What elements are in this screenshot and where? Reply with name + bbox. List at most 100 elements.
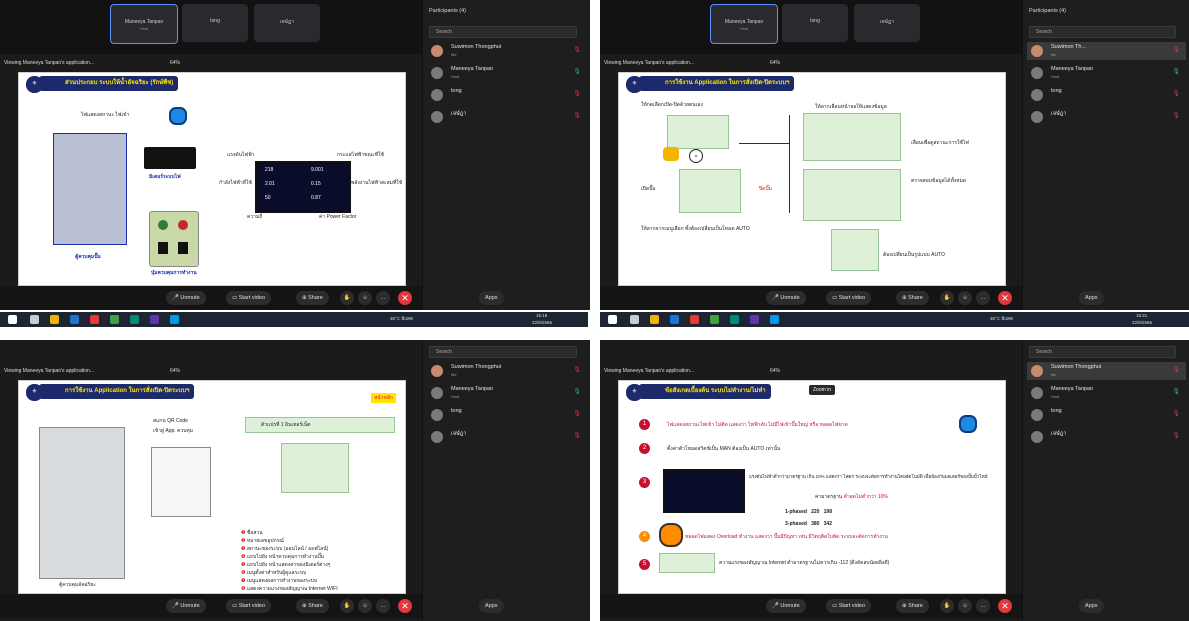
viewing-label: Viewing Maneeya Tanpao's application... — [604, 60, 694, 66]
app-icon[interactable] — [130, 315, 139, 324]
search-icon[interactable] — [630, 315, 639, 324]
reactions-icon[interactable]: ☺ — [958, 599, 972, 613]
participant-row[interactable]: เจษ์ฎา 🎙 — [1027, 428, 1186, 446]
reactions-icon[interactable]: ☺ — [958, 291, 972, 305]
raise-hand-icon[interactable]: ✋ — [340, 291, 354, 305]
start-video-button[interactable]: ▭ Start video — [226, 291, 272, 305]
app-icon[interactable] — [90, 315, 99, 324]
meter-frequency: 50 — [265, 195, 271, 201]
participant-row[interactable]: เจษ์ฎา 🎙 — [1027, 108, 1186, 126]
participants-panel: Participants (4) Search Suwimon Th... Me 🎙… — [1022, 0, 1189, 310]
participant-row[interactable]: Maneeya Tanpao Host 🎙 — [427, 384, 587, 402]
zoom-in-tooltip: Zoom in — [809, 385, 836, 395]
app-icon[interactable] — [710, 315, 719, 324]
video-tile-jed[interactable]: เจษ์ฎา — [254, 4, 320, 42]
reactions-icon[interactable]: ☺ — [358, 599, 372, 613]
app-icon[interactable] — [50, 315, 59, 324]
leave-icon[interactable]: ✕ — [398, 599, 412, 613]
leave-icon[interactable]: ✕ — [998, 291, 1012, 305]
reactions-icon[interactable]: ☺ — [358, 291, 372, 305]
raise-hand-icon[interactable]: ✋ — [940, 291, 954, 305]
app-icon[interactable] — [170, 315, 179, 324]
participant-row[interactable]: Suwimon Thongphui Me 🎙 — [427, 42, 587, 60]
app-icon[interactable] — [70, 315, 79, 324]
participant-row[interactable]: Maneeya Tanpao Host 🎙 — [427, 64, 587, 82]
unmute-button[interactable]: 🎤 Unmute — [166, 291, 206, 305]
mic-icon: 🎙 — [573, 389, 581, 395]
share-button[interactable]: ⊕ Share — [896, 291, 929, 305]
share-button[interactable]: ⊕ Share — [896, 599, 929, 613]
unmute-button[interactable]: 🎤 Unmute — [766, 599, 806, 613]
share-button[interactable]: ⊕ Share — [296, 291, 329, 305]
participant-row[interactable]: tong 🎙 — [427, 406, 587, 424]
participant-role: Me — [1051, 52, 1057, 57]
app-icon[interactable] — [750, 315, 759, 324]
raise-hand-icon[interactable]: ✋ — [940, 599, 954, 613]
app-icon[interactable] — [690, 315, 699, 324]
apps-button[interactable]: Apps — [1079, 291, 1104, 305]
video-tile-tong[interactable]: tong — [782, 4, 848, 42]
avatar — [1031, 365, 1043, 377]
legend-item: ❹ แถบไปยัง หน้าควบคุมการทำงานปั๊ม — [241, 554, 324, 560]
unmute-button[interactable]: 🎤 Unmute — [166, 599, 206, 613]
share-label: Share — [908, 295, 923, 301]
share-button[interactable]: ⊕ Share — [296, 599, 329, 613]
start-icon[interactable] — [8, 315, 17, 324]
participants-search[interactable]: Search — [429, 346, 577, 358]
app-icon[interactable] — [150, 315, 159, 324]
start-icon[interactable] — [608, 315, 617, 324]
avatar — [1031, 67, 1043, 79]
app-icon[interactable] — [730, 315, 739, 324]
video-tile-host[interactable]: Maneeya Tanpao Host — [110, 4, 178, 44]
zoom-level[interactable]: 64% — [170, 364, 180, 378]
raise-hand-icon[interactable]: ✋ — [340, 599, 354, 613]
app-icon[interactable] — [670, 315, 679, 324]
participant-row[interactable]: เจษ์ฎา 🎙 — [427, 108, 587, 126]
leave-icon[interactable]: ✕ — [998, 599, 1012, 613]
zoom-level[interactable]: 64% — [170, 56, 180, 70]
zoom-level[interactable]: 64% — [770, 364, 780, 378]
participants-search[interactable]: Search — [429, 26, 577, 38]
video-tile-host[interactable]: Maneeya Tanpao Host — [710, 4, 778, 44]
more-icon[interactable]: … — [376, 291, 390, 305]
start-video-button[interactable]: ▭ Start video — [826, 599, 872, 613]
participants-search[interactable]: Search — [1029, 346, 1176, 358]
more-icon[interactable]: … — [976, 291, 990, 305]
video-tile-jed[interactable]: เจษ์ฎา — [854, 4, 920, 42]
participant-row[interactable]: tong 🎙 — [1027, 406, 1186, 424]
app-icon[interactable] — [110, 315, 119, 324]
start-video-button[interactable]: ▭ Start video — [826, 291, 872, 305]
participant-row[interactable]: Suwimon Thongphui Me 🎙 — [1027, 362, 1186, 380]
search-icon[interactable] — [30, 315, 39, 324]
apps-button[interactable]: Apps — [479, 599, 504, 613]
apps-button[interactable]: Apps — [1079, 599, 1104, 613]
participant-row[interactable]: Suwimon Thongphui Me 🎙 — [427, 362, 587, 380]
red-lamp-icon — [178, 242, 188, 254]
video-tile-tong[interactable]: tong — [182, 4, 248, 42]
participant-row[interactable]: Maneeya Tanpao Host 🎙 — [1027, 64, 1186, 82]
zoom-level[interactable]: 64% — [770, 56, 780, 70]
participant-row[interactable]: tong 🎙 — [1027, 86, 1186, 104]
participant-row[interactable]: เจษ์ฎา 🎙 — [427, 428, 587, 446]
participants-panel: Search Suwimon Thongphui Me 🎙 Maneeya Tanp… — [1022, 340, 1189, 621]
app-icon[interactable] — [770, 315, 779, 324]
participant-row[interactable]: tong 🎙 — [427, 86, 587, 104]
meter-current: 9.001 — [311, 167, 324, 173]
legend-text: หมายเลขอุปกรณ์ — [246, 538, 284, 544]
avatar — [431, 409, 443, 421]
start-video-button[interactable]: ▭ Start video — [226, 599, 272, 613]
participant-row[interactable]: Suwimon Th... Me 🎙 — [1027, 42, 1186, 60]
more-icon[interactable]: … — [976, 599, 990, 613]
participants-search[interactable]: Search — [1029, 26, 1176, 38]
apps-button[interactable]: Apps — [479, 291, 504, 305]
tile-name: tong — [810, 18, 820, 24]
legend-text: เมนูตั้งค่าสำหรับผู้ดูแลระบบ — [246, 570, 307, 576]
item-text: หลอดไฟแสดง Overload ทำงาน แสดงว่า ปั๊มมี… — [685, 534, 888, 540]
app-icon[interactable] — [650, 315, 659, 324]
more-icon[interactable]: … — [376, 599, 390, 613]
label-right1: เลื่อนเพื่อดูสถานะการใช้ไฟ — [911, 140, 969, 146]
participant-row[interactable]: Maneeya Tanpao Host 🎙 — [1027, 384, 1186, 402]
unmute-button[interactable]: 🎤 Unmute — [766, 291, 806, 305]
leave-icon[interactable]: ✕ — [398, 291, 412, 305]
label-close: ปิดปั๊ม — [759, 186, 772, 192]
